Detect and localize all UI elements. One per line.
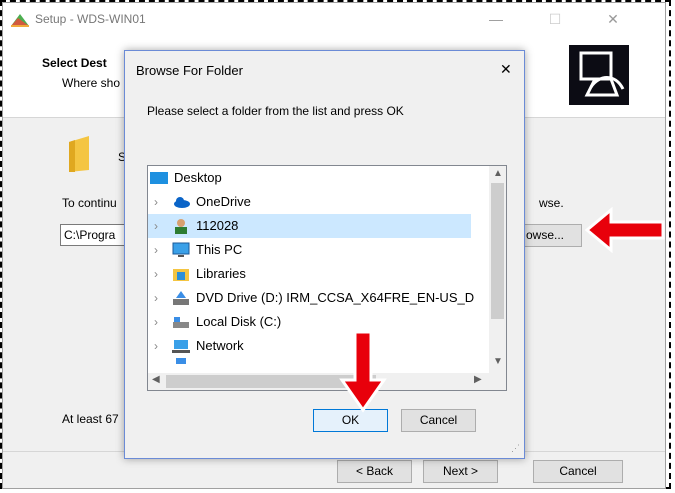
dialog-cancel-button[interactable]: Cancel: [401, 409, 476, 432]
folder-tree[interactable]: Desktop › OneDrive › 112028 › This PC › …: [147, 165, 507, 391]
onedrive-icon: [174, 197, 190, 208]
libraries-icon: [173, 269, 189, 281]
header-subtitle: Where sho: [62, 76, 121, 90]
setup-cancel-button[interactable]: Cancel: [533, 460, 623, 483]
path-input[interactable]: C:\Progra: [60, 224, 130, 246]
tree-item-label: Network: [196, 338, 244, 353]
network-icon: [172, 340, 190, 353]
dialog-instruction: Please select a folder from the list and…: [147, 104, 404, 118]
chevron-right-icon[interactable]: ›: [154, 267, 158, 281]
scroll-down-icon[interactable]: ▼: [493, 356, 503, 367]
arrow-to-browse-icon: [585, 206, 665, 254]
arrow-to-ok-icon: [339, 330, 387, 413]
chevron-right-icon[interactable]: ›: [154, 219, 158, 233]
folder-icon: [69, 136, 89, 172]
scroll-left-icon[interactable]: ◀: [152, 374, 160, 385]
tree-item-label: OneDrive: [196, 194, 251, 209]
user-icon: [175, 219, 187, 234]
tree-item-label: Desktop: [174, 170, 222, 185]
tree-item-label: 112028: [196, 218, 239, 233]
tree-item-desktop[interactable]: Desktop: [148, 166, 488, 190]
header-title: Select Dest: [42, 56, 107, 70]
tree-item-dvd-drive[interactable]: › DVD Drive (D:) IRM_CCSA_X64FRE_EN-US_D: [148, 286, 488, 310]
vertical-scroll-thumb[interactable]: [491, 183, 504, 319]
dialog-title: Browse For Folder: [136, 63, 243, 78]
path-input-value: C:\Progra: [64, 228, 116, 242]
setup-titlebar: Setup - WDS-WIN01 — ☐ ✕: [3, 3, 665, 35]
chevron-right-icon[interactable]: ›: [154, 243, 158, 257]
space-required-text: At least 67: [62, 412, 119, 426]
tree-item-label: DVD Drive (D:) IRM_CCSA_X64FRE_EN-US_D: [196, 290, 475, 305]
back-button[interactable]: < Back: [337, 460, 412, 483]
dialog-close-button[interactable]: ✕: [500, 61, 512, 78]
tree-item-partial: [148, 358, 488, 372]
disk-icon: [173, 317, 189, 328]
tree-item-user[interactable]: › 112028: [148, 214, 471, 238]
vertical-scrollbar[interactable]: ▲ ▼: [489, 166, 506, 374]
tree-item-label: This PC: [196, 242, 243, 257]
dvd-icon: [173, 291, 189, 305]
chevron-right-icon[interactable]: ›: [154, 195, 158, 209]
scroll-right-icon[interactable]: ▶: [474, 374, 482, 385]
tree-item-onedrive[interactable]: › OneDrive: [148, 190, 488, 214]
resize-grip-icon[interactable]: ⋰: [511, 443, 520, 454]
desktop-icon: [150, 172, 168, 184]
tree-item-local-disk[interactable]: › Local Disk (C:): [148, 310, 488, 334]
tree-item-label: Local Disk (C:): [196, 314, 282, 329]
setup-logo-icon: [569, 45, 629, 105]
partial-item-icon: [176, 358, 186, 364]
horizontal-scrollbar[interactable]: ◀ ▶: [148, 373, 489, 390]
continue-text: To continu: [62, 196, 117, 210]
chevron-right-icon[interactable]: ›: [154, 291, 158, 305]
tree-item-label: Libraries: [196, 266, 246, 281]
computer-icon: [172, 242, 190, 257]
browse-folder-dialog: Browse For Folder ✕ Please select a fold…: [124, 50, 525, 459]
chevron-right-icon[interactable]: ›: [154, 315, 158, 329]
setup-app-icon: [11, 14, 29, 27]
tree-item-libraries[interactable]: › Libraries: [148, 262, 488, 286]
browse-button[interactable]: owse...: [523, 224, 582, 247]
setup-close-button[interactable]: ✕: [603, 9, 623, 29]
chevron-right-icon[interactable]: ›: [154, 339, 158, 353]
tree-item-this-pc[interactable]: › This PC: [148, 238, 488, 262]
setup-window-title: Setup - WDS-WIN01: [35, 12, 146, 26]
browse-hint-text: wse.: [539, 196, 564, 210]
tree-item-network[interactable]: › Network: [148, 334, 488, 358]
scroll-up-icon[interactable]: ▲: [493, 168, 503, 179]
minimize-button[interactable]: —: [486, 9, 506, 29]
next-button[interactable]: Next >: [423, 460, 498, 483]
maximize-button[interactable]: ☐: [545, 9, 565, 29]
scroll-corner: [489, 373, 506, 390]
